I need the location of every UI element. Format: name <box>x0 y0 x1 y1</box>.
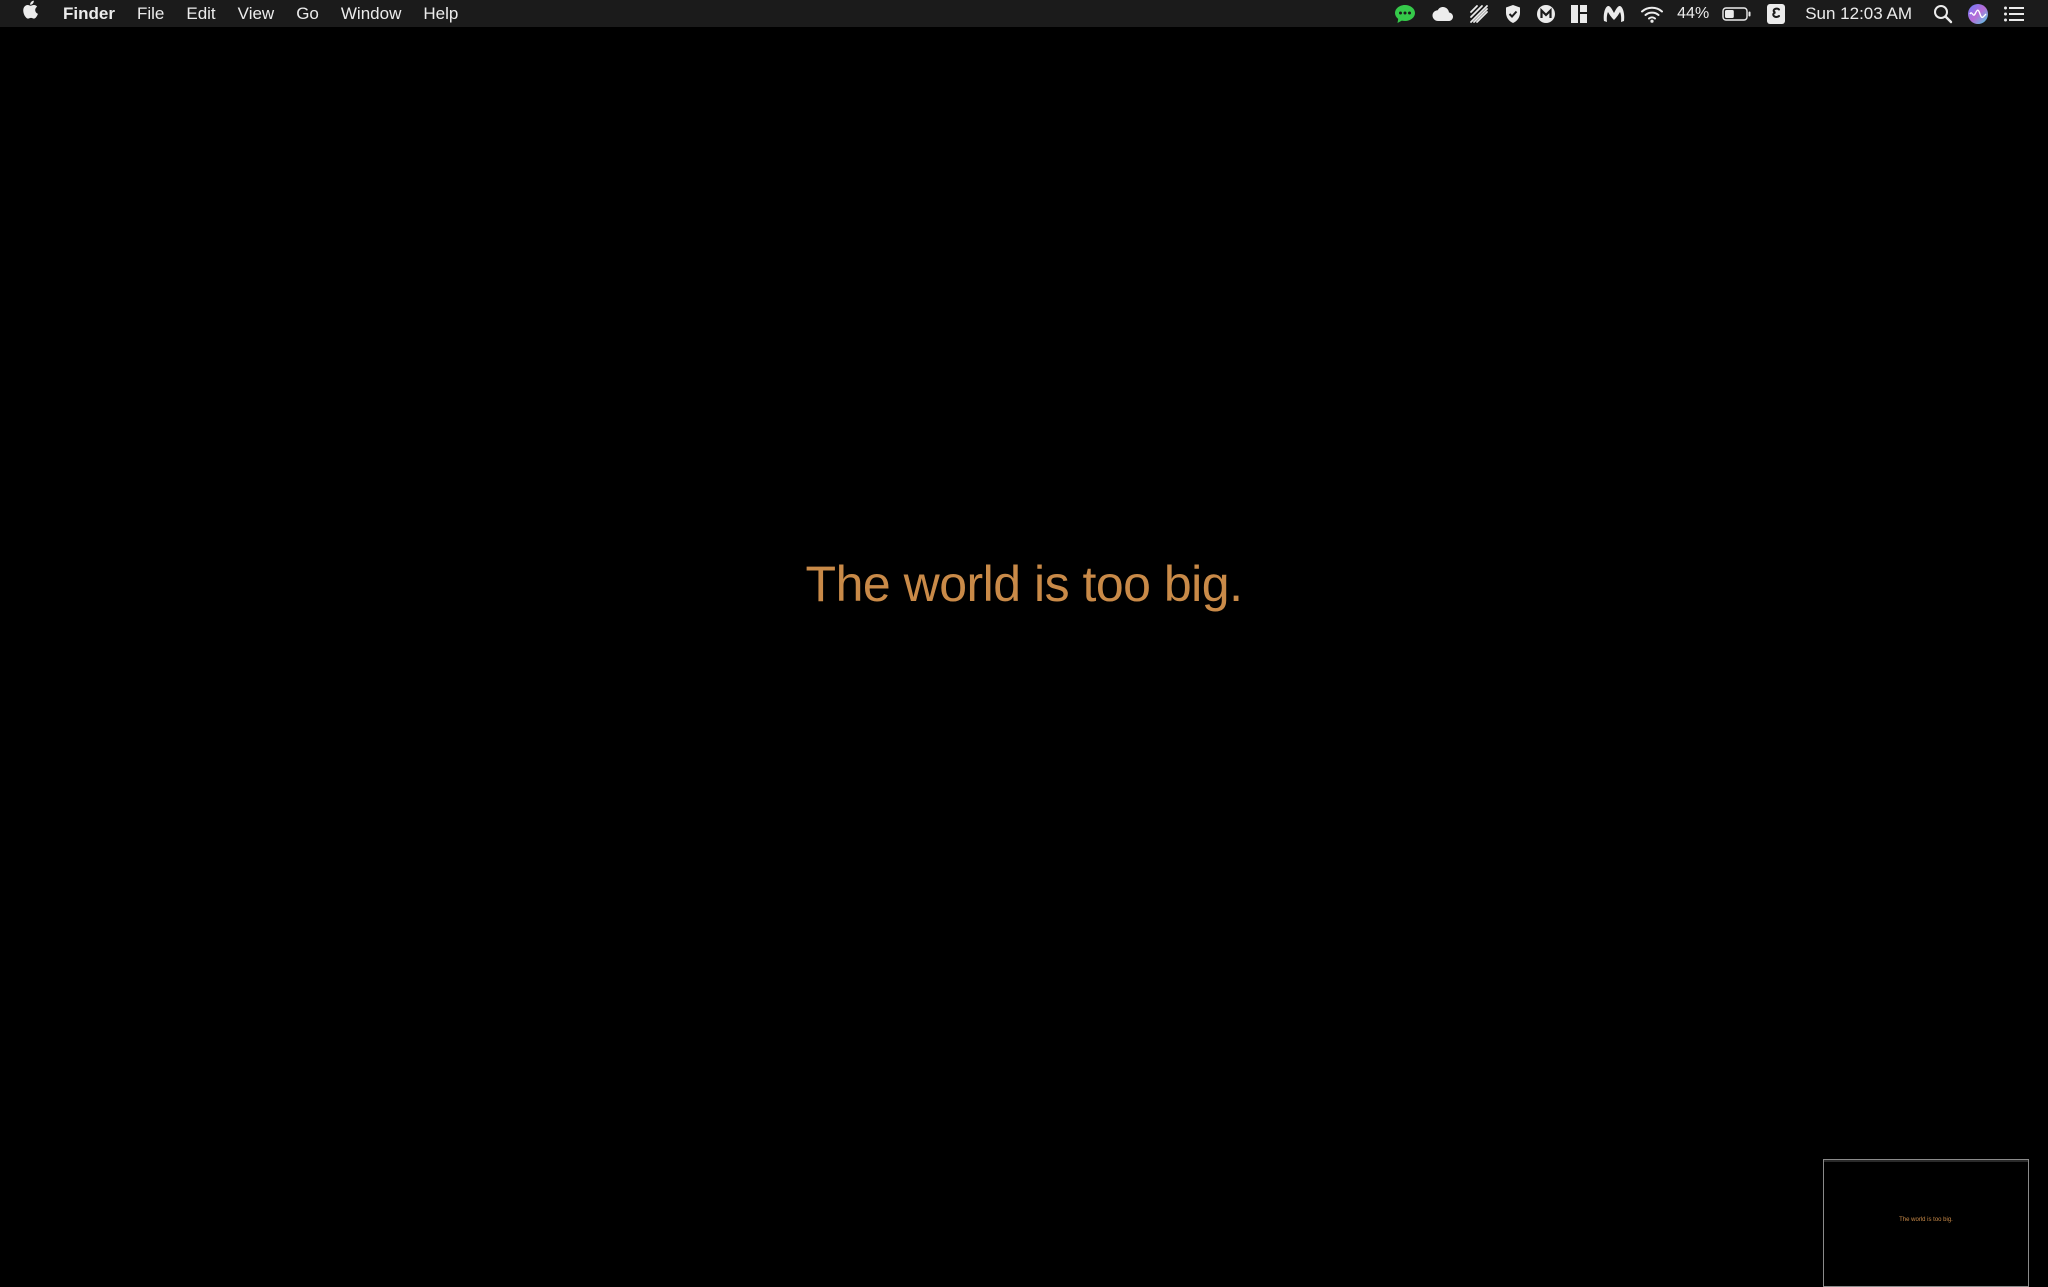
wallpaper-text: The world is too big. <box>805 556 1243 612</box>
menu-go[interactable]: Go <box>285 0 330 27</box>
malwarebytes-icon[interactable] <box>1595 0 1633 27</box>
layout-icon[interactable] <box>1563 0 1595 27</box>
apple-menu[interactable] <box>22 0 52 27</box>
search-icon[interactable] <box>1926 0 1960 27</box>
desktop[interactable]: The world is too big. The world is too b… <box>0 27 2048 1287</box>
menu-bar-status-area: 44% Sun 12:03 AM <box>1387 0 2048 27</box>
menu-bar-left: Finder File Edit View Go Window Help <box>0 0 469 27</box>
menu-file[interactable]: File <box>126 0 175 27</box>
thumbnail-menu-bar <box>1824 1160 2028 1162</box>
siri-icon[interactable] <box>1960 0 1996 27</box>
notification-center-icon[interactable] <box>1996 0 2032 27</box>
thumbnail-wallpaper-text: The world is too big. <box>1899 1217 1953 1223</box>
menu-bar: Finder File Edit View Go Window Help 44%… <box>0 0 2048 27</box>
cloud-icon[interactable] <box>1423 0 1461 27</box>
menu-app-finder[interactable]: Finder <box>52 0 126 27</box>
apple-logo-icon <box>22 0 38 27</box>
screenshot-thumbnail[interactable]: The world is too big. <box>1823 1159 2029 1287</box>
battery-icon[interactable] <box>1715 0 1759 27</box>
menu-help[interactable]: Help <box>412 0 469 27</box>
menu-window[interactable]: Window <box>330 0 412 27</box>
menu-clock[interactable]: Sun 12:03 AM <box>1793 4 1926 24</box>
shield-icon[interactable] <box>1497 0 1529 27</box>
m-badge-icon[interactable] <box>1529 0 1563 27</box>
wifi-icon[interactable] <box>1633 0 1671 27</box>
menu-view[interactable]: View <box>227 0 286 27</box>
text-app-icon[interactable] <box>1759 0 1793 27</box>
scribble-icon[interactable] <box>1461 0 1497 27</box>
battery-percent[interactable]: 44% <box>1671 5 1715 23</box>
messages-icon[interactable] <box>1387 0 1423 27</box>
menu-edit[interactable]: Edit <box>175 0 226 27</box>
